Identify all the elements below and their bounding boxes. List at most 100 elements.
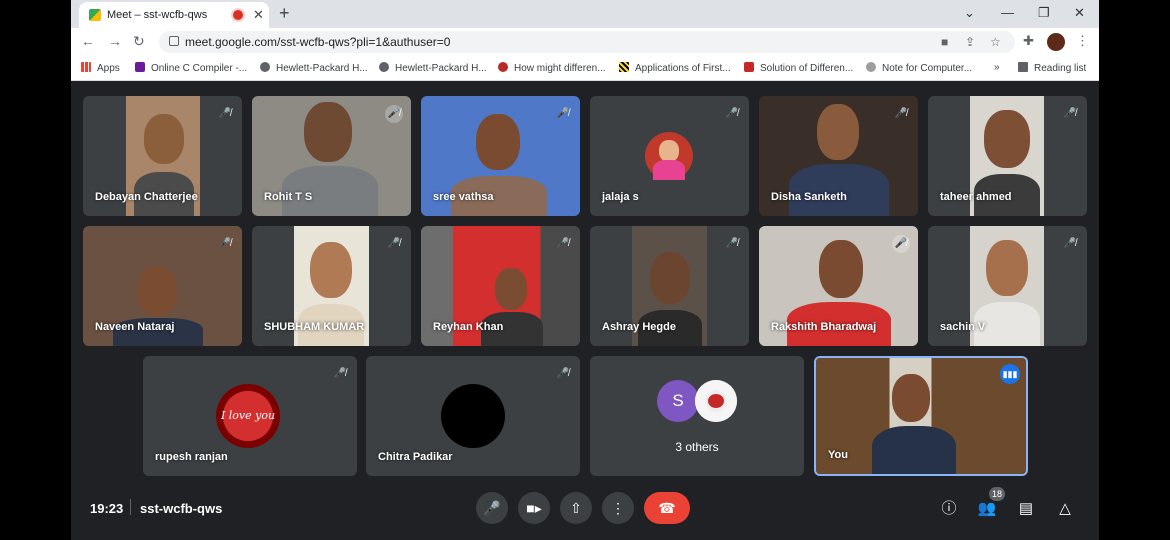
bookmark-item[interactable]: How might differen... [498,62,606,74]
participant-name: Rakshith Bharadwaj [771,321,877,333]
bookmark-item[interactable]: Applications of First... [619,62,731,74]
restore-icon[interactable]: ❐ [1038,5,1050,21]
bookmark-site-icon [744,62,754,72]
camera-icon[interactable]: ■ [941,35,948,49]
end-call-button[interactable]: ☎ [644,492,690,524]
mic-off-icon: 🎤̸ [725,238,739,249]
others-avatar [695,380,737,422]
bookmark-item[interactable]: Online C Compiler -... [135,62,247,74]
participant-tile[interactable]: 🎤̸ Naveen Nataraj [83,226,242,346]
speaking-indicator-icon: ▮▮▮ [1000,364,1020,384]
bookmark-item[interactable]: Hewlett-Packard H... [260,62,368,74]
self-tile[interactable]: ▮▮▮ You [814,356,1028,476]
new-tab-icon[interactable]: + [279,3,290,24]
mic-off-icon: 🎤̸ [892,235,910,253]
mic-off-icon: 🎤̸ [218,238,232,249]
mic-off-icon: 🎤̸ [1063,238,1077,249]
participant-name: taheer ahmed [940,191,1012,203]
mic-off-icon: 🎤̸ [218,108,232,119]
participant-tile[interactable]: 🎤̸ Rakshith Bharadwaj [759,226,918,346]
bookmark-item[interactable]: Note for Computer... [866,62,972,74]
reload-icon[interactable]: ↻ [133,33,145,50]
tab-strip: Meet – sst-wcfb-qws ✕ + ⌄ — ❐ ✕ [71,0,1099,28]
meeting-details-icon[interactable]: ⓘ [938,498,960,520]
participant-tile[interactable]: 🎤̸ Disha Sanketh [759,96,918,216]
camera-button[interactable]: ■▸ [518,492,550,524]
participant-name: Chitra Padikar [378,451,453,463]
microphone-button[interactable]: 🎤 [476,492,508,524]
participant-count-badge: 18 [989,487,1005,501]
quora-icon [498,62,508,72]
divider [130,499,131,515]
close-tab-icon[interactable]: ✕ [253,7,264,23]
people-icon[interactable]: 👥 [976,498,998,520]
participant-tile[interactable]: 🎤̸ Rohit T S [252,96,411,216]
participant-name: Disha Sanketh [771,191,847,203]
participant-tile[interactable]: 🎤̸ sachin V [928,226,1087,346]
extensions-icon[interactable]: ✚ [1023,33,1034,49]
participant-tile[interactable]: 🎤̸ Debayan Chatterjee [83,96,242,216]
participant-avatar [441,384,505,448]
participant-tile[interactable]: 🎤̸ jalaja s [590,96,749,216]
participant-tile[interactable]: 🎤̸ Ashray Hegde [590,226,749,346]
address-bar[interactable]: meet.google.com/sst-wcfb-qws?pli=1&authu… [159,31,1015,53]
participant-name: Rohit T S [264,191,313,203]
browser-toolbar: ← → ↻ meet.google.com/sst-wcfb-qws?pli=1… [71,28,1099,56]
url-text: meet.google.com/sst-wcfb-qws?pli=1&authu… [185,35,451,49]
compiler-icon [135,62,145,72]
stripes-icon [619,62,629,72]
mic-off-icon: 🎤̸ [385,105,403,123]
participant-tile[interactable]: 🎤̸ sree vathsa [421,96,580,216]
reading-list-button[interactable]: Reading list [1018,62,1086,74]
participant-name: Ashray Hegde [602,321,676,333]
participant-name: Reyhan Khan [433,321,504,333]
bookmark-item[interactable]: Solution of Differen... [744,62,853,74]
chat-icon[interactable]: ▤ [1015,498,1037,520]
participant-tile[interactable]: I love you 🎤̸ rupesh ranjan [143,356,357,476]
present-screen-button[interactable]: ⇧ [560,492,592,524]
participant-tile[interactable]: 🎤̸ Chitra Padikar [366,356,580,476]
reading-list-icon [1018,62,1028,72]
participant-name: rupesh ranjan [155,451,228,463]
share-icon[interactable]: ⇪ [965,35,975,49]
globe-icon [260,62,270,72]
tab-search-icon[interactable]: ⌄ [964,5,975,21]
close-window-icon[interactable]: ✕ [1074,5,1085,21]
profile-avatar[interactable] [1047,33,1065,51]
bookmarks-bar: Apps Online C Compiler -... Hewlett-Pack… [71,56,1099,81]
participant-name: jalaja s [602,191,639,203]
participant-name: You [828,449,848,461]
bookmark-item[interactable]: Hewlett-Packard H... [379,62,487,74]
more-options-button[interactable]: ⋮ [602,492,634,524]
mic-off-icon: 🎤̸ [894,108,908,119]
participant-name: sree vathsa [433,191,494,203]
forward-icon[interactable]: → [108,33,122,49]
mic-off-icon: 🎤̸ [556,368,570,379]
bookmarks-overflow-icon[interactable]: » [994,62,1000,73]
mic-off-icon: 🎤̸ [556,108,570,119]
participant-tile[interactable]: 🎤̸ taheer ahmed [928,96,1087,216]
participant-avatar: I love you [216,384,280,448]
mic-off-icon: 🎤̸ [1063,108,1077,119]
browser-window: Meet – sst-wcfb-qws ✕ + ⌄ — ❐ ✕ ← → ↻ me… [71,0,1099,540]
activities-icon[interactable]: △ [1054,498,1076,520]
meeting-time: 19:23 [90,501,124,516]
mic-off-icon: 🎤̸ [387,238,401,249]
back-icon[interactable]: ← [81,33,95,49]
bookmark-apps[interactable]: Apps [81,62,120,74]
participant-tile[interactable]: 🎤̸ Reyhan Khan [421,226,580,346]
participant-tile[interactable]: 🎤̸ SHUBHAM KUMAR [252,226,411,346]
globe-icon [379,62,389,72]
mic-off-icon: 🎤̸ [725,108,739,119]
minimize-icon[interactable]: — [1001,5,1014,20]
others-tile[interactable]: S 3 others [590,356,804,476]
meet-favicon-icon [89,9,101,21]
bookmark-star-icon[interactable]: ☆ [990,35,1001,49]
mic-off-icon: 🎤̸ [333,368,347,379]
recording-icon [233,10,243,20]
tab-meet[interactable]: Meet – sst-wcfb-qws ✕ [79,2,269,28]
others-label: 3 others [675,440,719,454]
lock-icon [169,36,179,46]
participant-name: Debayan Chatterjee [95,191,198,203]
menu-icon[interactable]: ⋮ [1076,33,1089,49]
